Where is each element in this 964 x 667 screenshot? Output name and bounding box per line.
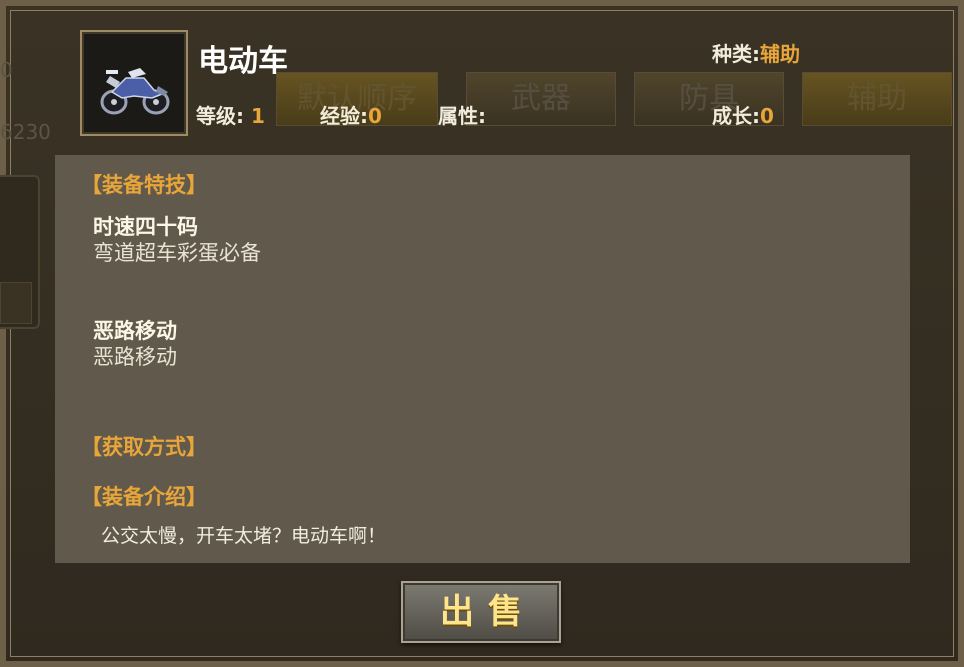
item-kind: 种类:辅助	[712, 38, 800, 67]
exp-value: 0	[368, 104, 382, 128]
item-info-panel: 【装备特技】 时速四十码 弯道超车彩蛋必备 恶路移动 恶路移动 【获取方式】 【…	[55, 155, 910, 563]
background-tab-support: 辅助	[802, 72, 952, 126]
exp-label: 经验:	[320, 104, 368, 128]
background-number: 6230	[0, 120, 51, 144]
attribute-label: 属性:	[438, 104, 486, 128]
background-tab-weapon: 武器	[466, 72, 616, 126]
kind-label: 种类:	[712, 42, 760, 66]
attribute-stat: 属性:	[438, 100, 486, 129]
skill-description: 弯道超车彩蛋必备	[93, 241, 261, 265]
skill-description: 恶路移动	[93, 345, 177, 369]
motorcycle-icon	[100, 68, 170, 115]
item-icon-frame	[80, 30, 188, 136]
level-value: 1	[250, 104, 265, 128]
background-side-button	[0, 282, 32, 324]
level-label: 等级:	[196, 104, 244, 128]
skills-header: 【装备特技】	[81, 173, 207, 197]
item-name: 电动车	[198, 44, 288, 79]
background-number: 0	[0, 58, 13, 82]
growth-value: 0	[760, 104, 774, 128]
exp-stat: 经验:0	[320, 100, 382, 129]
level-stat: 等级: 1	[196, 100, 265, 129]
sell-button[interactable]: 出售	[401, 581, 561, 643]
growth-label: 成长:	[712, 104, 760, 128]
growth-stat: 成长:0	[712, 100, 774, 129]
obtain-header: 【获取方式】	[81, 435, 207, 459]
intro-header: 【装备介绍】	[81, 485, 207, 509]
intro-text: 公交太慢，开车太堵？电动车啊！	[101, 525, 387, 547]
kind-value: 辅助	[760, 42, 800, 66]
